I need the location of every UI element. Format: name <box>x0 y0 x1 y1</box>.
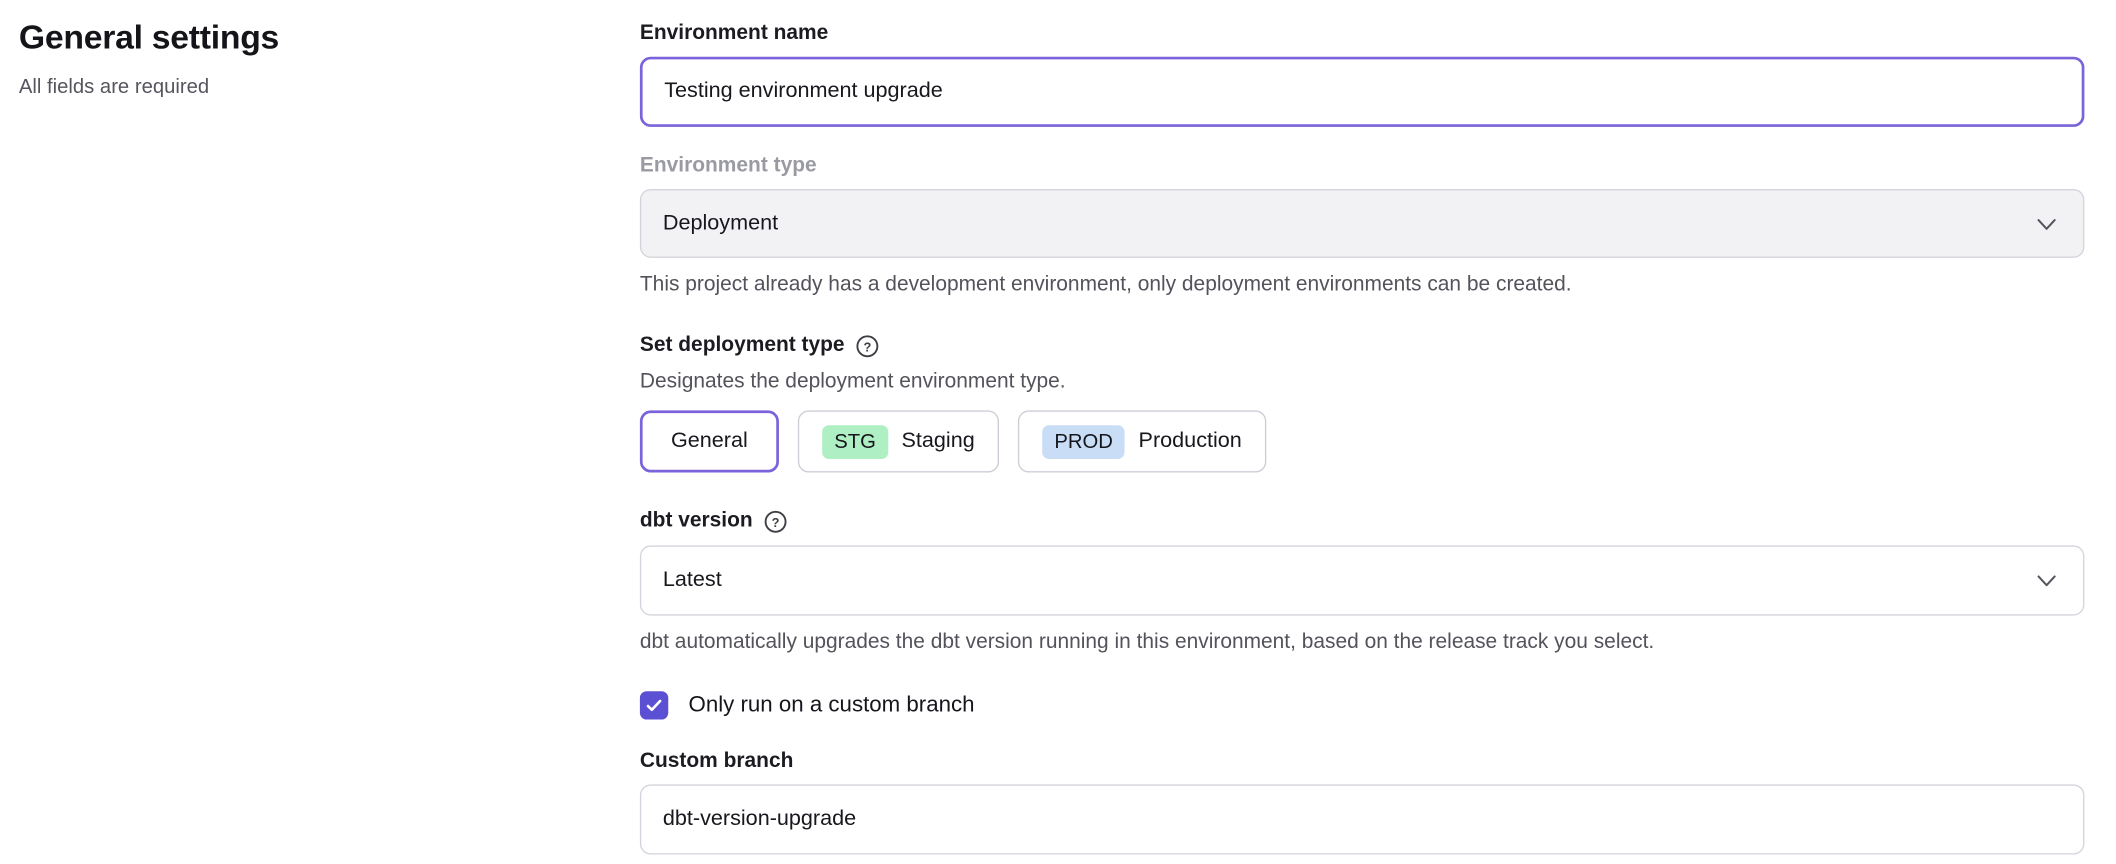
help-icon[interactable]: ? <box>763 510 786 533</box>
deployment-type-helper: Designates the deployment environment ty… <box>640 370 2085 394</box>
help-icon-glyph: ? <box>863 339 871 354</box>
custom-branch-input[interactable] <box>640 784 2085 854</box>
dbt-version-select[interactable]: Latest <box>640 545 2085 615</box>
deployment-type-label-text: Set deployment type <box>640 333 845 357</box>
deployment-type-label: Set deployment type ? <box>640 333 2085 357</box>
general-settings-canvas: General settings All fields are required… <box>0 0 2116 864</box>
deployment-type-option-production[interactable]: PROD Production <box>1018 410 1266 472</box>
deployment-type-option-general[interactable]: General <box>640 410 779 472</box>
environment-type-label: Environment type <box>640 154 2085 178</box>
page-subtitle: All fields are required <box>19 76 640 99</box>
environment-type-select: Deployment <box>640 189 2085 258</box>
dbt-version-value: Latest <box>663 568 722 592</box>
help-icon-glyph: ? <box>771 514 779 529</box>
chevron-down-icon <box>2037 218 2056 230</box>
page-title: General settings <box>19 19 640 58</box>
deployment-type-options: General STG Staging PROD Production <box>640 410 2085 472</box>
settings-form: Environment name Environment type Deploy… <box>640 19 2085 855</box>
environment-name-input[interactable] <box>640 57 2085 127</box>
option-general-label: General <box>671 429 748 453</box>
dbt-version-helper: dbt automatically upgrades the dbt versi… <box>640 630 2085 654</box>
staging-badge: STG <box>822 425 888 459</box>
check-icon <box>645 697 663 715</box>
environment-name-label: Environment name <box>640 22 2085 46</box>
custom-branch-checkbox[interactable] <box>640 691 668 719</box>
section-header: General settings All fields are required <box>19 19 640 99</box>
chevron-down-icon <box>2037 575 2056 587</box>
environment-type-helper: This project already has a development e… <box>640 273 2085 297</box>
settings-page: General settings All fields are required… <box>0 0 2116 864</box>
option-production-label: Production <box>1139 429 1242 453</box>
environment-type-value: Deployment <box>663 211 778 235</box>
help-icon[interactable]: ? <box>855 334 878 357</box>
dbt-version-label: dbt version ? <box>640 509 2085 533</box>
custom-branch-toggle-row: Only run on a custom branch <box>640 691 2085 719</box>
dbt-version-label-text: dbt version <box>640 509 753 533</box>
option-staging-label: Staging <box>901 429 974 453</box>
production-badge: PROD <box>1042 425 1125 459</box>
custom-branch-label: Custom branch <box>640 749 2085 773</box>
deployment-type-option-staging[interactable]: STG Staging <box>798 410 999 472</box>
custom-branch-checkbox-label[interactable]: Only run on a custom branch <box>689 693 975 719</box>
